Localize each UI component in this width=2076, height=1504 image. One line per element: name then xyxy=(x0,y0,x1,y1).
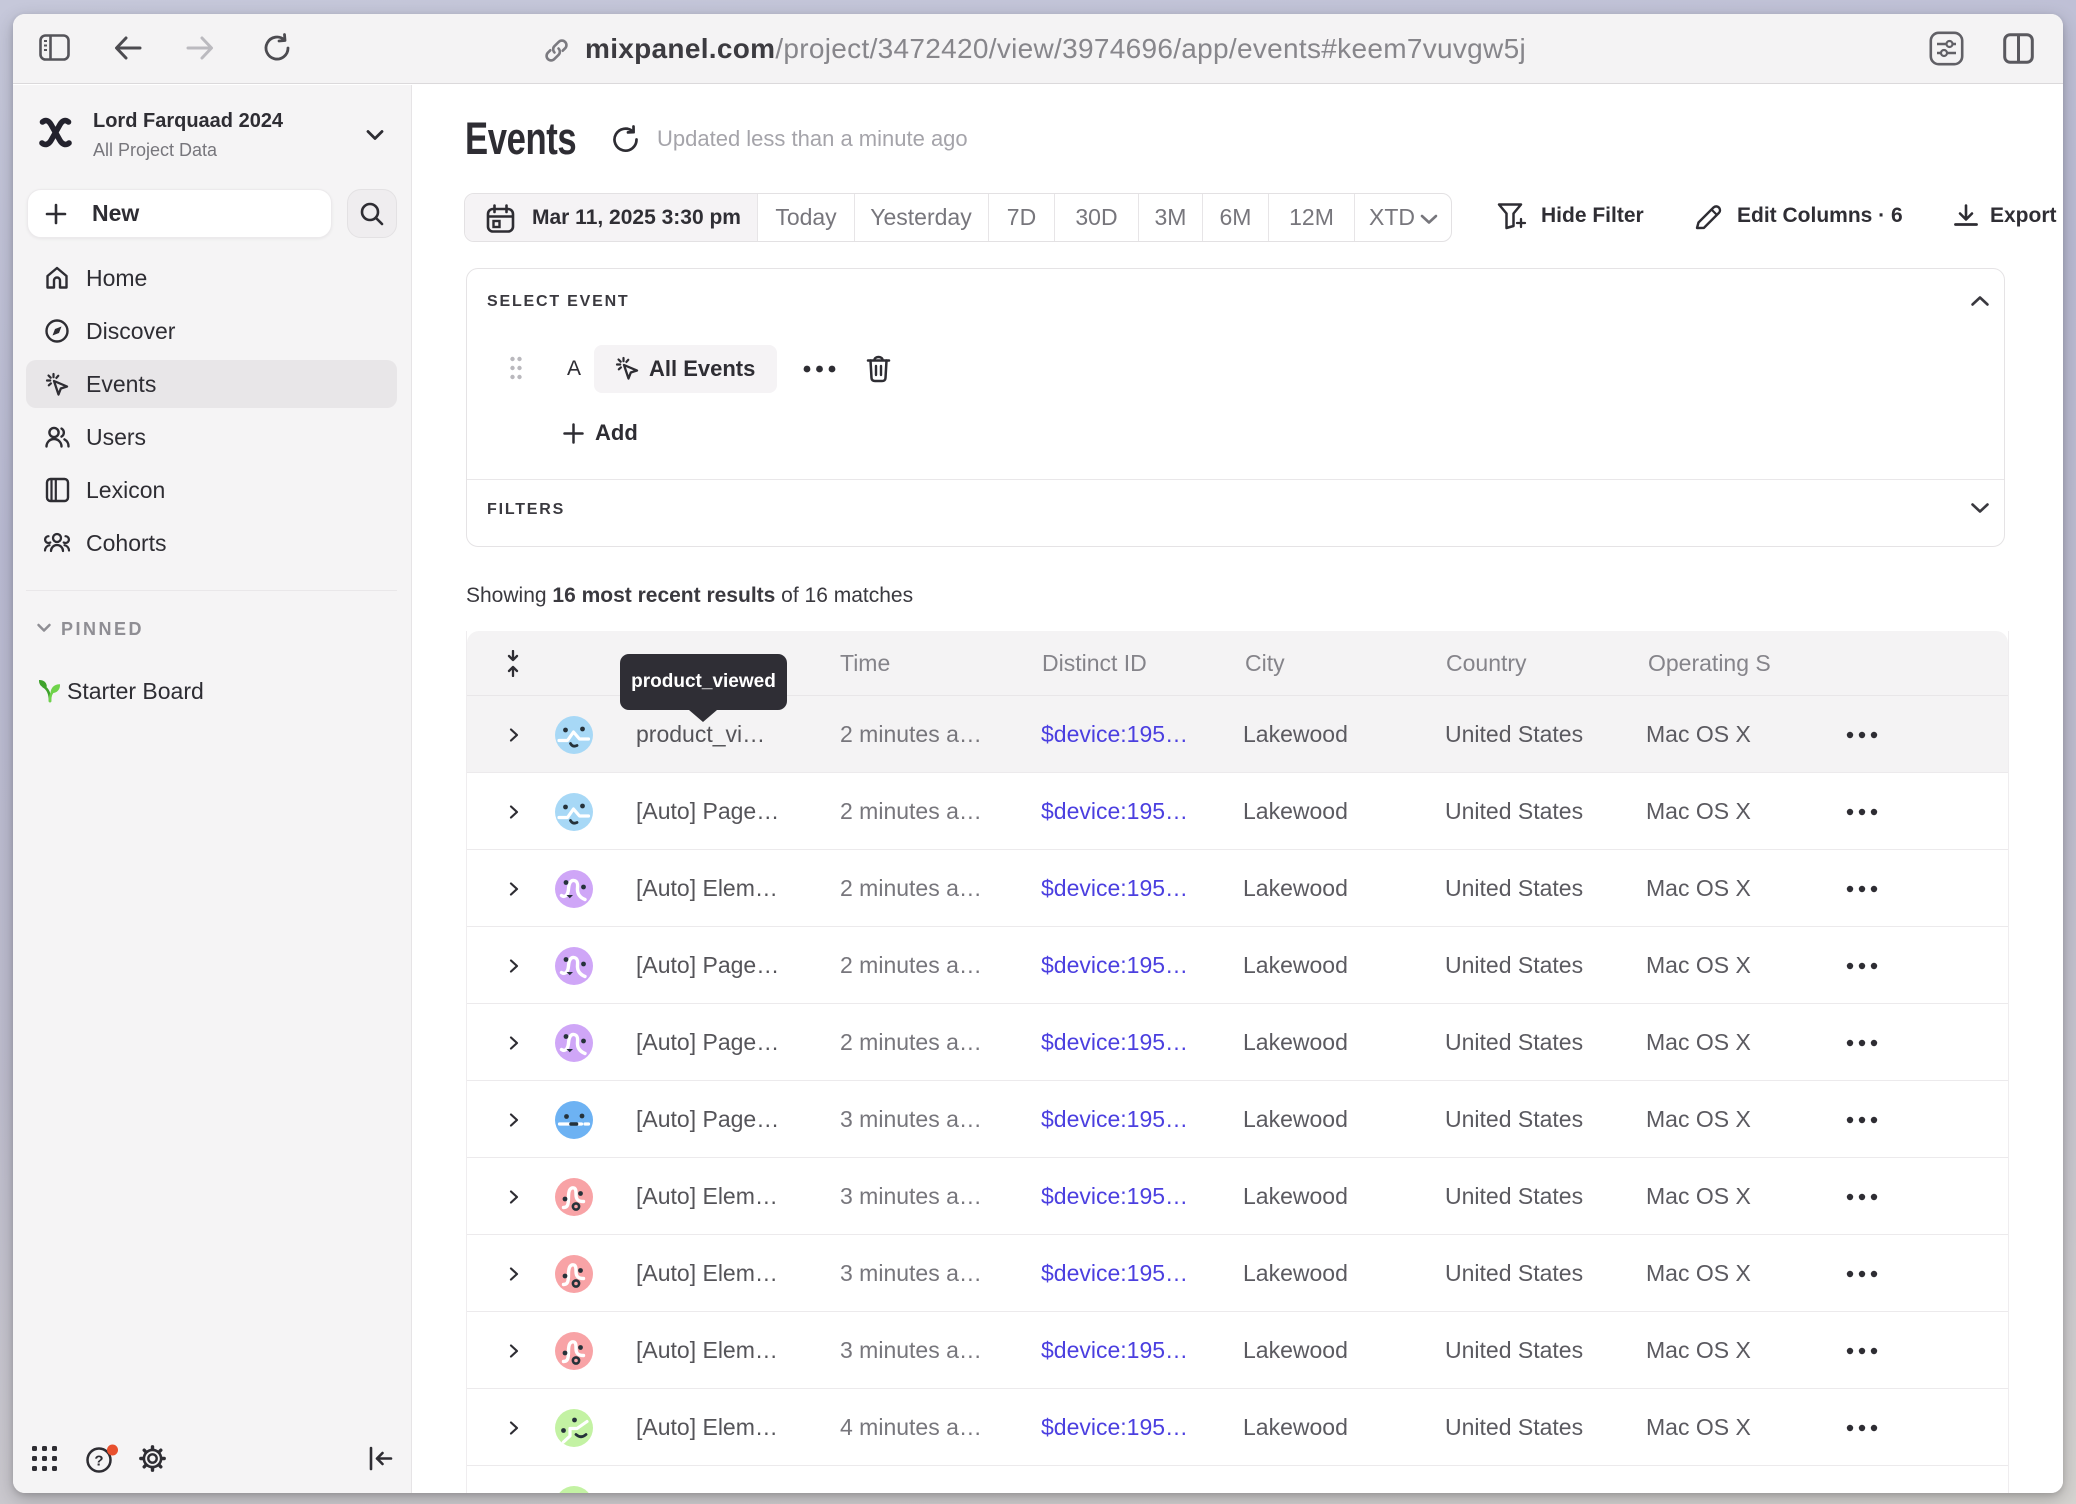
svg-text:?: ? xyxy=(94,1453,103,1470)
